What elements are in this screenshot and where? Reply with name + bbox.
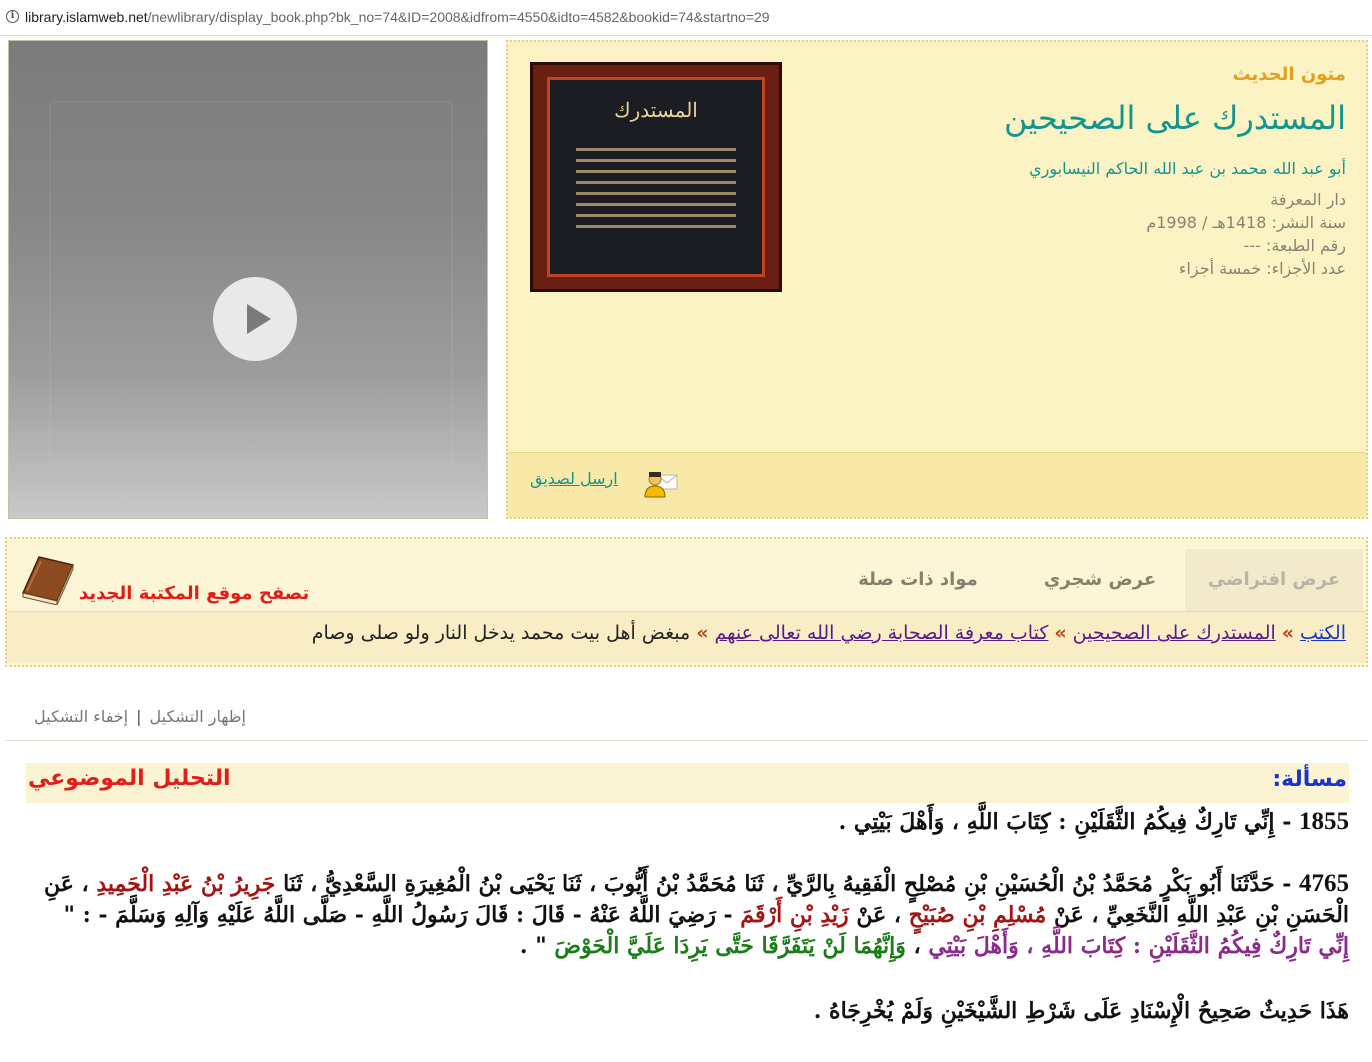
book-publisher: دار المعرفة	[1270, 190, 1346, 209]
tab-default-view[interactable]: عرض افتراضي	[1185, 549, 1363, 611]
book-details: متون الحديث المستدرك على الصحيحين أبو عب…	[826, 60, 1346, 280]
book-author[interactable]: أبو عبد الله محمد بن عبد الله الحاكم الن…	[826, 159, 1346, 178]
breadcrumb-separator: »	[1281, 622, 1295, 644]
breadcrumb-separator: »	[1054, 622, 1067, 644]
url-text[interactable]: library.islamweb.net/newlibrary/display_…	[25, 9, 770, 25]
book-edition: رقم الطبعة: ---	[1243, 236, 1346, 255]
breadcrumb-books[interactable]: الكتب	[1300, 622, 1346, 644]
breadcrumb-book[interactable]: المستدرك على الصحيحين	[1073, 622, 1276, 644]
view-tabs-panel: تصفح موقع المكتبة الجديد عرض افتراضي عرض…	[5, 537, 1368, 667]
hadith-number: 1855	[1299, 808, 1349, 835]
new-library-site-link[interactable]: تصفح موقع المكتبة الجديد	[79, 583, 309, 604]
narrator-link[interactable]: مُسْلِمِ بْنِ صُبَيْحٍ	[909, 902, 1047, 928]
hadith-text: - إِنِّي تَارِكٌ فِيكُمُ الثَّقَلَيْنِ :…	[838, 809, 1299, 835]
video-player[interactable]	[8, 40, 488, 519]
question-bar: مسألة: التحليل الموضوعي	[26, 763, 1349, 803]
hide-diacritics-button[interactable]: إخفاء التشكيل	[34, 707, 128, 726]
send-to-friend-icon[interactable]	[644, 468, 678, 498]
breadcrumb-separator: »	[696, 622, 709, 644]
hadith-grading: هَذَا حَدِيثٌ صَحِيحُ الْإِسْنَادِ عَلَى…	[813, 998, 1349, 1024]
cover-title: المستدرك	[614, 98, 698, 122]
book-volumes: عدد الأجزاء: خمسة أجزاء	[1178, 259, 1346, 278]
book-title: المستدرك على الصحيحين	[1003, 99, 1346, 137]
hadith-number: 4765	[1299, 870, 1349, 897]
breadcrumb-current: مبغض أهل بيت محمد يدخل النار ولو صلى وصا…	[311, 622, 691, 644]
book-icon[interactable]	[17, 553, 75, 605]
divider	[5, 740, 1368, 741]
hadith-quote[interactable]: وَإِنَّهُمَا لَنْ يَتَفَرَّقَا حَتَّى يَ…	[554, 933, 906, 959]
share-bar: ارسل لصديق	[508, 452, 1366, 517]
topical-analysis-link[interactable]: التحليل الموضوعي	[28, 766, 231, 791]
toggle-separator: |	[136, 707, 142, 726]
hadith-summary: 1855 - إِنِّي تَارِكٌ فِيكُمُ الثَّقَلَي…	[26, 806, 1349, 838]
book-publish-year: سنة النشر: 1418هـ / 1998م	[1146, 213, 1346, 232]
hadith-full: 4765 - حَدَّثَنَا أَبُو بَكْرٍ مُحَمَّدُ…	[44, 870, 1349, 959]
narrator-link[interactable]: جَرِيرُ بْنُ عَبْدِ الْحَمِيدِ	[96, 871, 275, 897]
book-info-panel: المستدرك متون الحديث المستدرك على الصحيح…	[506, 40, 1368, 519]
book-category: متون الحديث	[1232, 64, 1346, 85]
diacritics-toggle: إظهار التشكيل | إخفاء التشكيل	[34, 707, 246, 726]
send-to-friend-link[interactable]: ارسل لصديق	[530, 469, 618, 488]
show-diacritics-button[interactable]: إظهار التشكيل	[150, 707, 246, 726]
tab-tree-view[interactable]: عرض شجري	[1017, 549, 1183, 611]
play-icon[interactable]	[213, 277, 297, 361]
book-cover-image: المستدرك	[530, 62, 782, 292]
hadith-quote[interactable]: إِنِّي تَارِكٌ فِيكُمُ الثَّقَلَيْنِ : ك…	[928, 933, 1349, 959]
address-bar[interactable]: i library.islamweb.net/newlibrary/displa…	[0, 0, 1372, 36]
breadcrumb-chapter[interactable]: كتاب معرفة الصحابة رضي الله تعالى عنهم	[714, 622, 1048, 644]
info-icon[interactable]: i	[6, 10, 19, 23]
breadcrumb: الكتب»المستدرك على الصحيحين»كتاب معرفة ا…	[7, 611, 1366, 663]
question-label: مسألة:	[1272, 767, 1347, 792]
tab-related-materials[interactable]: مواد ذات صلة	[835, 549, 1001, 611]
narrator-link[interactable]: زَيْدِ بْنِ أَرْقَمَ	[740, 902, 848, 928]
